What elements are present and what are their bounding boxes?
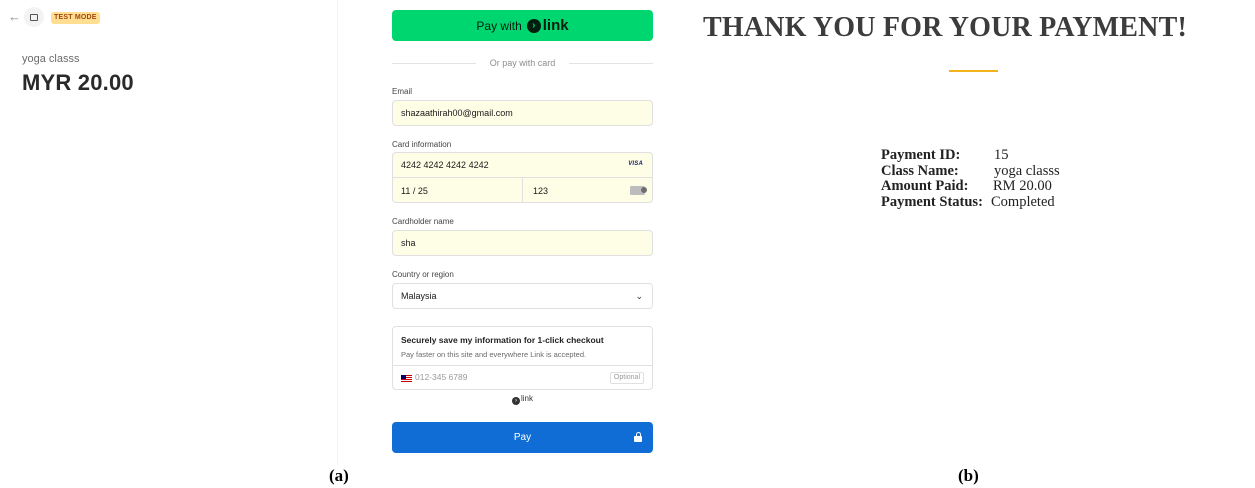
card-info-group: 4242 4242 4242 4242 VISA 11 / 25 123 bbox=[392, 152, 653, 203]
cardholder-value: sha bbox=[401, 238, 416, 248]
caption-b: (b) bbox=[958, 466, 979, 485]
detail-key: Payment ID: bbox=[881, 147, 961, 163]
phone-placeholder: 012-345 6789 bbox=[415, 372, 468, 382]
email-value: shazaathirah00@gmail.com bbox=[401, 108, 513, 118]
visa-icon: VISA bbox=[628, 161, 643, 167]
detail-value: 15 bbox=[994, 147, 1009, 163]
detail-value: Completed bbox=[991, 193, 1055, 210]
lock-icon bbox=[634, 432, 642, 442]
expiry-field[interactable]: 11 / 25 bbox=[393, 178, 523, 202]
pay-with-label: Pay with bbox=[476, 18, 522, 33]
detail-key: Class Name: bbox=[881, 162, 959, 179]
save-info-subtitle: Pay faster on this site and everywhere L… bbox=[401, 350, 587, 359]
or-divider: Or pay with card bbox=[392, 57, 653, 69]
cvc-value: 123 bbox=[533, 185, 549, 196]
link-footer-text: link bbox=[520, 394, 533, 403]
email-field[interactable]: shazaathirah00@gmail.com bbox=[392, 100, 653, 126]
link-logo-icon: › bbox=[526, 18, 541, 33]
country-value: Malaysia bbox=[401, 291, 437, 301]
cardholder-label: Cardholder name bbox=[392, 217, 454, 226]
link-save-info-box: Securely save my information for 1-click… bbox=[392, 326, 653, 390]
card-back-icon bbox=[630, 186, 647, 195]
merchant-icon bbox=[24, 7, 44, 27]
phone-input[interactable]: 012-345 6789 Optional bbox=[393, 365, 652, 390]
country-label: Country or region bbox=[392, 270, 454, 279]
cvc-field[interactable]: 123 bbox=[523, 178, 652, 202]
order-summary-panel: ← TEST MODE yoga classs MYR 20.00 bbox=[0, 0, 338, 465]
link-logo-text: link bbox=[542, 17, 569, 34]
malaysia-flag-icon[interactable] bbox=[401, 375, 412, 382]
product-name: yoga classs bbox=[22, 53, 80, 65]
back-arrow-icon[interactable]: ← bbox=[8, 10, 21, 24]
link-footer-icon: › bbox=[511, 397, 520, 405]
card-info-label: Card information bbox=[392, 140, 452, 149]
thank-you-heading: THANK YOU FOR YOUR PAYMENT! bbox=[703, 12, 1187, 43]
detail-key: Amount Paid: bbox=[881, 178, 969, 194]
card-number-value: 4242 4242 4242 4242 bbox=[401, 160, 489, 170]
card-number-field[interactable]: 4242 4242 4242 4242 VISA bbox=[393, 153, 652, 178]
save-info-title: Securely save my information for 1-click… bbox=[401, 335, 604, 345]
pay-button-label: Pay bbox=[513, 432, 532, 443]
expiry-value: 11 / 25 bbox=[401, 185, 428, 196]
caption-a: (a) bbox=[329, 466, 349, 485]
pay-with-link-button[interactable]: Pay with › link bbox=[392, 10, 653, 41]
test-mode-badge: TEST MODE bbox=[51, 12, 100, 24]
email-label: Email bbox=[392, 87, 413, 96]
link-footer-logo: › link bbox=[392, 394, 653, 405]
accent-divider bbox=[949, 70, 998, 72]
detail-key: Payment Status: bbox=[881, 193, 983, 210]
detail-value: yoga classs bbox=[994, 162, 1060, 179]
chevron-down-icon: ⌄ bbox=[635, 291, 643, 301]
cardholder-name-field[interactable]: sha bbox=[392, 230, 653, 256]
link-logo: › link bbox=[526, 17, 569, 34]
optional-badge: Optional bbox=[609, 372, 644, 384]
detail-value: RM 20.00 bbox=[993, 178, 1052, 194]
country-select[interactable]: Malaysia ⌄ bbox=[392, 283, 653, 309]
price-total: MYR 20.00 bbox=[22, 70, 134, 95]
pay-button[interactable]: Pay bbox=[392, 422, 653, 453]
